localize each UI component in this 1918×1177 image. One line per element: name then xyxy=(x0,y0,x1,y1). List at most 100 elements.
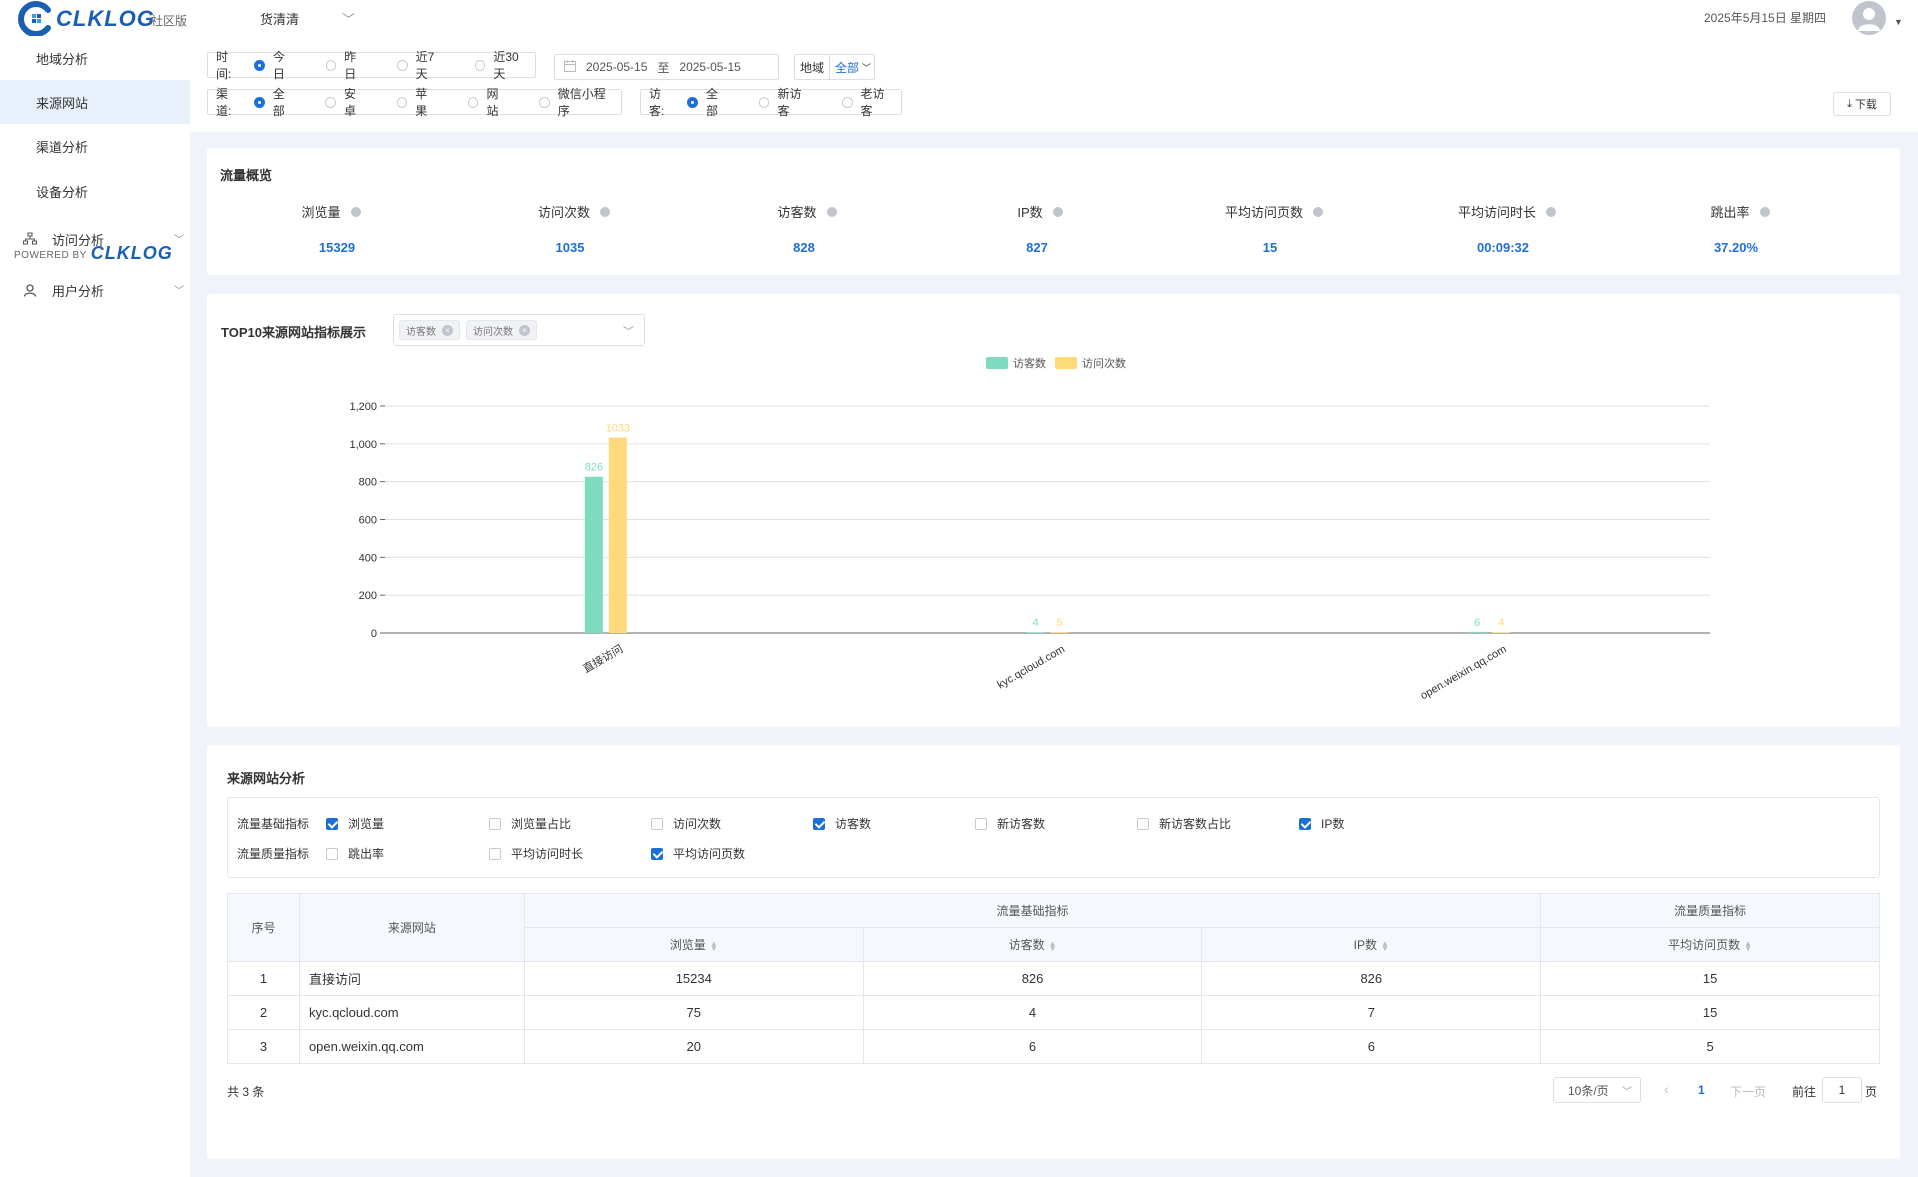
metric-avg-duration-label: 平均访问时长 xyxy=(1417,202,1597,221)
prev-page-button[interactable]: ‹ xyxy=(1664,1081,1669,1097)
checkbox-avg-duration[interactable]: 平均访问时长 xyxy=(489,845,583,862)
metric-uv-value: 828 xyxy=(793,240,815,255)
goto-label: 前往 xyxy=(1792,1085,1817,1099)
page-number-current[interactable]: 1 xyxy=(1698,1083,1705,1097)
chevron-down-icon: ﹀ xyxy=(623,326,634,338)
visitor-option-returning[interactable]: 老访客 xyxy=(841,85,895,119)
checkbox-uv[interactable]: 访客数 xyxy=(813,815,871,832)
user-avatar-icon xyxy=(1858,8,1880,31)
cell-source: kyc.qcloud.com xyxy=(298,995,525,1030)
question-icon[interactable] xyxy=(826,206,837,217)
visitor-filter: 访客: 全部 新访客 老访客 xyxy=(640,87,902,118)
question-icon[interactable] xyxy=(1313,206,1323,217)
metric-avg-pages-value: 15 xyxy=(1262,240,1278,255)
bar xyxy=(1026,632,1045,633)
table-row: 2 kyc.qcloud.com 75 4 7 15 xyxy=(227,995,1880,1030)
metric-bounce-value: 37.20% xyxy=(1713,240,1759,255)
checkbox-pv[interactable]: 浏览量 xyxy=(326,815,384,832)
checkbox-new-uv[interactable]: 新访客数 xyxy=(975,815,1045,832)
cell-ip: 826 xyxy=(1201,961,1542,996)
region-select[interactable]: 地域 全部 ﹀ xyxy=(794,54,875,80)
cell-pv: 15234 xyxy=(523,961,864,996)
sort-icon[interactable]: ▲ ▼ xyxy=(1049,939,1057,952)
time-option-7days[interactable]: 近7天 xyxy=(397,48,445,82)
caret-down-icon[interactable]: ▼ xyxy=(1894,17,1903,27)
channel-option-apple[interactable]: 苹果 xyxy=(396,85,438,119)
metric-ip-label: IP数 xyxy=(950,202,1130,221)
channel-option-miniprogram[interactable]: 微信小程序 xyxy=(539,85,615,119)
checkbox-visits[interactable]: 访问次数 xyxy=(651,815,721,832)
th-ip[interactable]: IP数 ▲ ▼ xyxy=(1201,927,1542,962)
sidebar-item-region[interactable]: 地域分析 xyxy=(0,36,190,80)
th-source: 来源网站 xyxy=(298,893,525,962)
th-avg-pages[interactable]: 平均访问页数 ▲ ▼ xyxy=(1540,927,1880,962)
metric-bounce-label: 跳出率 xyxy=(1650,202,1830,221)
powered-by-brand: CLKLOG xyxy=(90,243,173,263)
legend-swatch xyxy=(986,357,1008,369)
time-option-yesterday[interactable]: 昨日 xyxy=(325,48,367,82)
goto-page-input[interactable]: 1 xyxy=(1822,1077,1862,1103)
sort-icon[interactable]: ▲ ▼ xyxy=(1381,939,1389,952)
tag-close-icon[interactable]: × xyxy=(442,324,453,336)
cell-uv: 4 xyxy=(862,995,1203,1030)
brand-logo[interactable]: CLKLOG xyxy=(18,0,155,38)
top10-title: TOP10来源网站指标展示 xyxy=(221,325,366,340)
metric-visits-value: 1035 xyxy=(555,240,585,255)
visitor-filter-label: 访客: xyxy=(649,87,665,118)
download-button[interactable]: ⤓ 下载 xyxy=(1833,92,1891,116)
th-pv[interactable]: 浏览量 ▲ ▼ xyxy=(523,927,864,962)
checkbox-new-uv-ratio[interactable]: 新访客数占比 xyxy=(1137,815,1231,832)
chevron-down-icon: ﹀ xyxy=(174,286,184,297)
bar xyxy=(1492,632,1511,633)
date-range-picker[interactable]: 2025-05-15 至 2025-05-15 xyxy=(554,54,779,80)
visitor-option-all[interactable]: 全部 xyxy=(687,85,728,119)
y-tick-label: 0 xyxy=(371,628,377,640)
sidebar-item-source-site[interactable]: 来源网站 xyxy=(0,80,190,124)
current-date: 2025年5月15日 星期四 xyxy=(1704,11,1827,25)
project-select-value: 货清清 xyxy=(260,12,300,27)
th-uv[interactable]: 访客数 ▲ ▼ xyxy=(862,927,1203,962)
sidebar-item-channel[interactable]: 渠道分析 xyxy=(0,124,190,168)
sort-icon[interactable]: ▲ ▼ xyxy=(1744,939,1752,952)
date-separator: 至 xyxy=(657,60,670,75)
checkbox-bounce[interactable]: 跳出率 xyxy=(326,845,384,862)
cell-index: 3 xyxy=(227,1029,300,1064)
metric-ip-value: 827 xyxy=(1026,240,1048,255)
tag-close-icon[interactable]: × xyxy=(519,324,530,336)
visitor-option-new[interactable]: 新访客 xyxy=(758,85,812,119)
page-size-value: 10条/页 xyxy=(1568,1083,1609,1098)
channel-option-website[interactable]: 网站 xyxy=(467,85,509,119)
time-filter: 时间: 今日 昨日 近7天 近30天 xyxy=(207,50,536,81)
date-start: 2025-05-15 xyxy=(586,60,648,74)
checkbox-ip[interactable]: IP数 xyxy=(1299,815,1344,832)
region-value: 全部 xyxy=(835,60,860,75)
question-icon[interactable] xyxy=(600,206,610,217)
page-size-select[interactable]: 10条/页 ﹀ xyxy=(1553,1077,1641,1103)
project-select[interactable]: 货清清 ﹀ xyxy=(260,9,355,28)
question-icon[interactable] xyxy=(1546,206,1556,217)
cell-avg-pages: 5 xyxy=(1540,1029,1880,1064)
question-icon[interactable] xyxy=(1759,206,1770,217)
time-option-today[interactable]: 今日 xyxy=(254,48,295,82)
time-option-30days[interactable]: 近30天 xyxy=(474,48,529,82)
chevron-down-icon: ﹀ xyxy=(341,12,355,27)
sidebar-item-device[interactable]: 设备分析 xyxy=(0,169,190,213)
sort-icon[interactable]: ▲ ▼ xyxy=(710,939,718,952)
checkbox-avg-pages[interactable]: 平均访问页数 xyxy=(651,845,745,862)
legend-swatch xyxy=(1055,357,1077,369)
checkbox-pv-ratio[interactable]: 浏览量占比 xyxy=(489,815,571,832)
metric-tag-select[interactable]: 访客数 × 访问次数 × ﹀ xyxy=(393,314,645,346)
channel-option-android[interactable]: 安卓 xyxy=(325,85,366,119)
channel-option-all[interactable]: 全部 xyxy=(254,85,295,119)
question-icon[interactable] xyxy=(1052,206,1063,217)
next-page-button[interactable]: 下一页 xyxy=(1730,1083,1766,1100)
tag-visits: 访问次数 × xyxy=(466,320,537,340)
sidebar-group-user-analysis[interactable]: 用户分析 ﹀ xyxy=(0,276,190,304)
quality-metrics-label: 流量质量指标 xyxy=(237,847,310,861)
cell-pv: 75 xyxy=(523,995,864,1030)
y-tick-label: 400 xyxy=(359,552,377,564)
sidebar: 地域分析 来源网站 渠道分析 设备分析 访问分析 ﹀ POWERED BY CL… xyxy=(0,36,190,1177)
avatar[interactable] xyxy=(1852,1,1886,35)
y-tick-label: 600 xyxy=(359,515,377,527)
question-icon[interactable] xyxy=(350,206,361,217)
